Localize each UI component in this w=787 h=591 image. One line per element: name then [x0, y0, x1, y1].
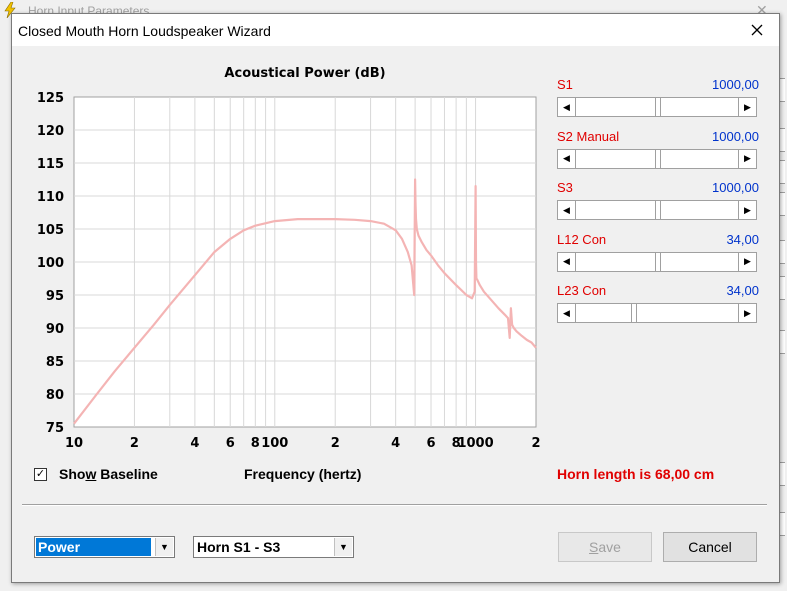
slider-value: 34,00	[726, 283, 759, 298]
y-tick-label: 95	[46, 289, 64, 304]
show-baseline-checkbox[interactable]: ✓	[34, 467, 47, 481]
slider-value: 1000,00	[712, 180, 759, 195]
y-tick-label: 105	[37, 223, 64, 238]
scroll-right-arrow-icon[interactable]: ▶	[738, 252, 756, 271]
horn-section-value: Horn S1 - S3	[197, 539, 281, 555]
y-tick-label: 90	[46, 322, 64, 337]
y-tick-label: 100	[37, 256, 64, 271]
acoustical-power-chart: Acoustical Power (dB) 125 120 115 110 105 100…	[37, 66, 541, 451]
slider-value: 34,00	[726, 231, 759, 247]
y-tick-label: 125	[37, 91, 64, 106]
x-tick-label: 6	[226, 436, 235, 451]
x-axis-label: Frequency (hertz)	[244, 466, 362, 482]
save-button[interactable]: Save	[558, 532, 652, 562]
x-tick-label: 6	[426, 436, 435, 451]
wizard-dialog: Closed Mouth Horn Loudspeaker Wizard Aco…	[11, 13, 780, 583]
slider-label: L12 Con	[557, 231, 607, 247]
close-button[interactable]	[735, 14, 779, 46]
display-mode-value: Power	[36, 538, 151, 556]
slider-value: 1000,00	[712, 128, 759, 144]
horn-length-text: Horn length is 68,00 cm	[557, 466, 715, 482]
x-tick-label: 1000	[457, 436, 493, 451]
y-tick-label: 85	[46, 355, 64, 370]
checkmark-icon: ✓	[35, 467, 46, 480]
scroll-thumb[interactable]	[630, 304, 637, 322]
show-baseline-label: Show Baseline	[59, 466, 158, 482]
scroll-right-arrow-icon[interactable]: ▶	[738, 304, 756, 322]
y-tick-label: 75	[46, 421, 64, 436]
scroll-thumb[interactable]	[655, 252, 661, 271]
parameter-scrollbar[interactable]: ◀ ▶	[557, 148, 757, 169]
slider-label: L23 Con	[557, 283, 607, 298]
x-tick-label: 8	[251, 436, 260, 451]
dropdown-arrow-icon[interactable]: ▼	[155, 538, 173, 556]
x-tick-label: 2	[130, 436, 139, 451]
scroll-thumb[interactable]	[655, 98, 661, 116]
scroll-thumb[interactable]	[655, 201, 661, 219]
close-icon	[751, 24, 763, 36]
parameter-scrollbar[interactable]: ◀ ▶	[557, 251, 757, 272]
cancel-button-label: Cancel	[688, 539, 732, 555]
cancel-button[interactable]: Cancel	[663, 532, 757, 562]
scroll-right-arrow-icon[interactable]: ▶	[738, 201, 756, 219]
x-tick-label: 4	[391, 436, 400, 451]
parameter-scrollbar[interactable]: ◀ ▶	[557, 97, 757, 117]
save-button-label: Save	[589, 539, 621, 555]
parameter-scrollbar[interactable]: ◀ ▶	[557, 303, 757, 323]
separator	[22, 504, 767, 506]
scroll-left-arrow-icon[interactable]: ◀	[558, 149, 576, 168]
dropdown-arrow-icon[interactable]: ▼	[334, 538, 352, 556]
x-tick-label: 2	[531, 436, 540, 451]
slider-label: S3	[557, 180, 573, 195]
chart-title: Acoustical Power (dB)	[224, 66, 385, 81]
x-tick-label: 2	[331, 436, 340, 451]
display-mode-select[interactable]: Power ▼	[34, 536, 175, 558]
x-tick-label: 10	[65, 436, 83, 451]
y-tick-label: 120	[37, 124, 64, 139]
x-tick-label: 4	[190, 436, 199, 451]
scroll-thumb[interactable]	[655, 149, 661, 168]
scroll-left-arrow-icon[interactable]: ◀	[558, 98, 576, 116]
scroll-right-arrow-icon[interactable]: ▶	[738, 149, 756, 168]
horn-section-select[interactable]: Horn S1 - S3 ▼	[193, 536, 354, 558]
y-tick-label: 80	[46, 388, 64, 403]
y-axis-ticks: 125 120 115 110 105 100 95 90 85 80 75	[37, 91, 64, 436]
slider-label: S2 Manual	[557, 128, 620, 144]
scroll-right-arrow-icon[interactable]: ▶	[738, 98, 756, 116]
y-tick-label: 110	[37, 190, 64, 205]
slider-label: S1	[557, 77, 573, 92]
y-tick-label: 115	[37, 157, 64, 172]
x-tick-label: 100	[261, 436, 288, 451]
parameter-scrollbar[interactable]: ◀ ▶	[557, 200, 757, 220]
show-baseline-row[interactable]: ✓ Show Baseline	[34, 466, 158, 482]
x-axis-ticks: 10 2 4 6 8 100 2 4 6 81000 2	[65, 436, 541, 451]
scroll-left-arrow-icon[interactable]: ◀	[558, 201, 576, 219]
scroll-left-arrow-icon[interactable]: ◀	[558, 304, 576, 322]
slider-value: 1000,00	[712, 77, 759, 92]
scroll-left-arrow-icon[interactable]: ◀	[558, 252, 576, 271]
